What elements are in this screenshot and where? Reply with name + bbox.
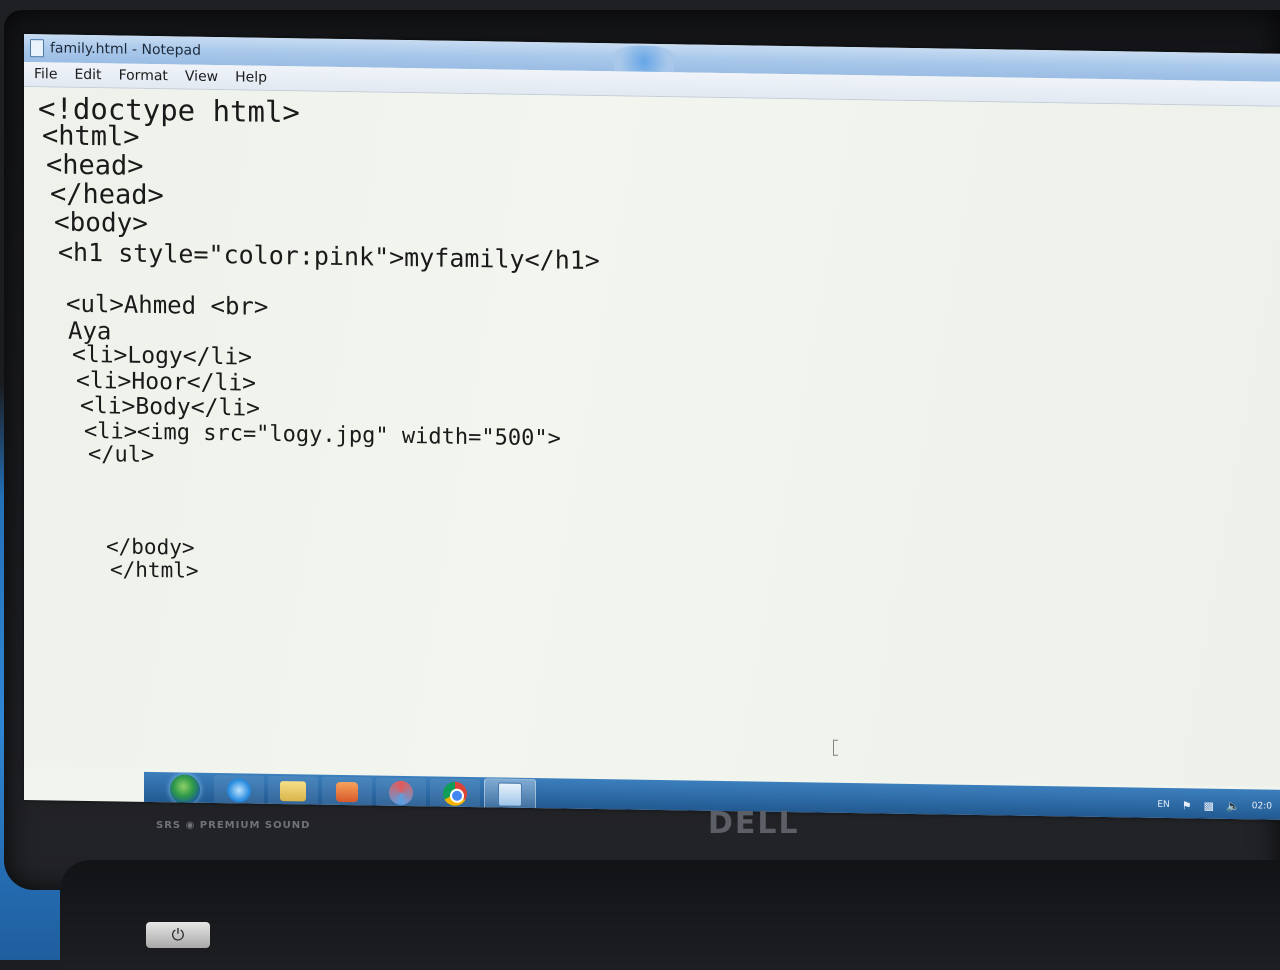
internet-explorer-icon <box>227 778 251 803</box>
media-player-icon <box>336 781 358 803</box>
window-title: family.html - Notepad <box>50 40 201 59</box>
editor-line: <li><img src="logy.jpg" width="500"> <box>84 418 561 452</box>
taskbar-sync[interactable] <box>376 777 426 809</box>
editor-line: <head> <box>46 149 144 182</box>
screen: family.html - Notepad File Edit Format V… <box>24 34 1280 820</box>
volume-icon[interactable]: 🔈 <box>1226 799 1240 812</box>
start-orb-icon[interactable] <box>170 774 200 805</box>
clock[interactable]: 02:0 <box>1252 801 1272 811</box>
dell-logo: DELL <box>708 806 800 841</box>
editor-line: <li>Logy</li> <box>72 341 253 371</box>
taskbar-media-player[interactable] <box>322 776 372 808</box>
mouse-ibeam-cursor <box>833 739 838 756</box>
chrome-icon <box>443 781 467 806</box>
editor-line: <html> <box>42 120 140 153</box>
editor-line: <body> <box>54 207 148 239</box>
editor-line: </html> <box>110 557 199 583</box>
taskbar-explorer[interactable] <box>268 775 318 807</box>
taskbar-notepad[interactable] <box>484 778 536 812</box>
laptop-base <box>60 860 1280 970</box>
notepad-app-icon[interactable] <box>30 39 44 58</box>
speaker-label: SRS ◉ PREMIUM SOUND <box>156 820 311 831</box>
editor-line: </ul> <box>88 442 155 469</box>
language-indicator[interactable]: EN <box>1157 800 1169 810</box>
notepad-icon <box>498 782 522 807</box>
power-button[interactable]: ⏻ <box>146 922 210 948</box>
editor-line: <li>Body</li> <box>80 392 261 422</box>
taskbar-ie[interactable] <box>214 774 264 806</box>
text-editor[interactable]: <!doctype html> <html> <head> </head> <b… <box>24 87 1280 787</box>
folder-icon <box>280 781 306 802</box>
editor-line: <h1 style="color:pink">myfamily</h1> <box>58 237 600 276</box>
power-icon: ⏻ <box>171 925 185 944</box>
menu-format[interactable]: Format <box>112 67 175 84</box>
network-icon[interactable]: ▩ <box>1204 799 1214 812</box>
menu-help[interactable]: Help <box>228 69 274 86</box>
flag-icon[interactable]: ⚑ <box>1182 799 1192 812</box>
system-tray: EN ⚑ ▩ 🔈 02:0 <box>1157 798 1272 813</box>
menu-file[interactable]: File <box>27 66 64 83</box>
editor-line: </head> <box>50 178 164 212</box>
sync-icon <box>389 780 413 806</box>
titlebar-glow-decoration <box>614 45 674 73</box>
editor-line: </body> <box>106 534 195 560</box>
menu-view[interactable]: View <box>178 68 225 86</box>
menu-edit[interactable]: Edit <box>67 67 108 84</box>
taskbar-chrome[interactable] <box>430 778 480 810</box>
